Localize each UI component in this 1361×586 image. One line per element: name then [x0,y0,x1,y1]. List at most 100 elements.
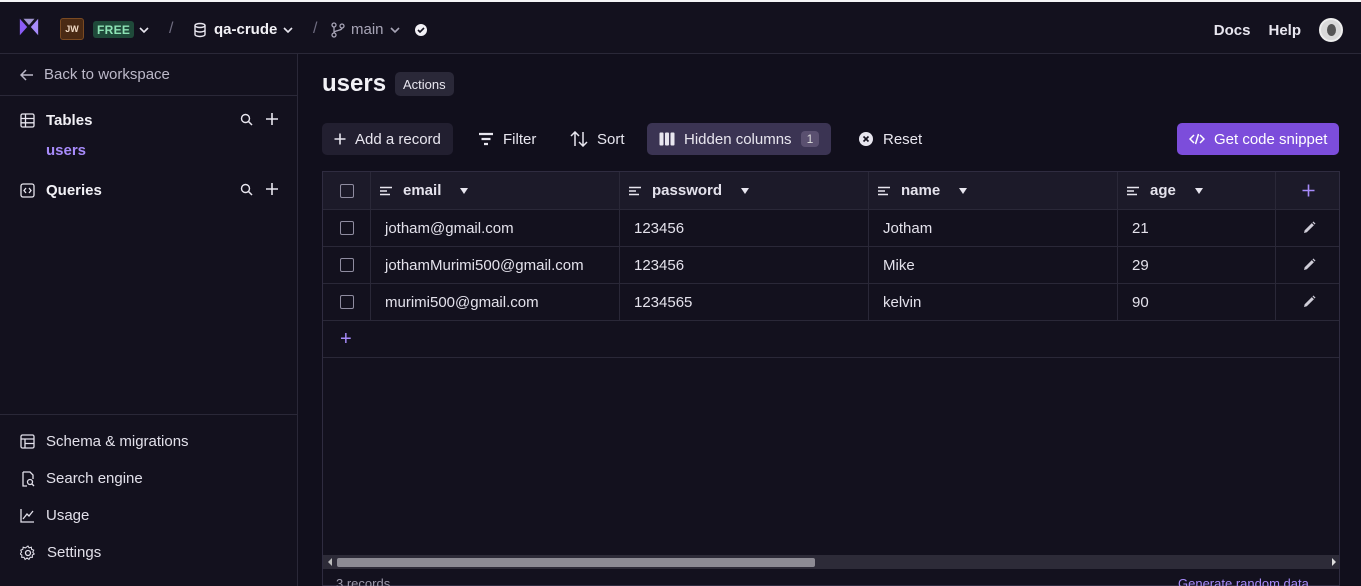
branch-selector[interactable]: main [331,21,428,38]
hidden-columns-count: 1 [800,131,820,147]
sidebar-item-label: Usage [46,507,90,524]
column-header-email[interactable]: email [371,172,620,209]
hidden-columns-button[interactable]: Hidden columns 1 [647,123,832,155]
tables-label: Tables [46,112,93,129]
sidebar-item-tables[interactable]: Tables [20,112,92,129]
column-label: password [652,182,723,199]
plan-badge: FREE [93,21,135,38]
row-checkbox[interactable] [339,295,354,309]
chevron-down-icon[interactable] [139,25,149,35]
database-icon [194,22,206,37]
scroll-right-icon[interactable] [1330,557,1338,567]
branch-icon [331,21,345,38]
workspace-avatar[interactable]: JW [60,18,84,40]
xata-logo-icon[interactable] [18,16,40,38]
table-cell[interactable]: jothamMurimi500@gmail.com [371,247,620,283]
main-content: users Actions Add a record Filter Sort H… [298,54,1361,586]
table-cell[interactable]: jotham@gmail.com [371,210,620,246]
column-header-password[interactable]: password [620,172,869,209]
scroll-left-icon[interactable] [326,557,334,567]
breadcrumb-separator: / [313,20,318,37]
table-cell[interactable]: 123456 [620,210,869,246]
chevron-down-icon [389,26,400,33]
record-count: 3 records [336,576,391,586]
usage-icon [20,509,34,523]
sidebar-item-label: Search engine [46,470,143,487]
snippet-label: Get code snippet [1214,130,1328,148]
plus-icon: + [340,328,352,350]
divider [0,414,297,415]
sidebar-item-schema[interactable]: Schema & migrations [20,433,189,450]
edit-pencil-icon[interactable] [1302,258,1316,272]
caret-down-icon[interactable] [958,187,968,195]
sidebar-item-search-engine[interactable]: Search engine [20,470,143,487]
add-record-button[interactable]: Add a record [322,123,453,155]
actions-button[interactable]: Actions [395,72,454,96]
table-cell[interactable]: 90 [1118,284,1276,320]
sidebar-item-settings[interactable]: Settings [20,544,101,561]
horizontal-scrollbar[interactable] [323,555,1339,569]
user-avatar[interactable] [1319,18,1343,42]
add-column-icon[interactable] [1302,184,1315,197]
reset-label: Reset [883,130,923,148]
text-type-icon [629,186,641,195]
table-cell[interactable]: 1234565 [620,284,869,320]
docs-link[interactable]: Docs [1214,22,1251,39]
table-row: jotham@gmail.com 123456 Jotham 21 [323,210,1339,247]
column-label: name [901,182,941,199]
sidebar-item-queries[interactable]: Queries [20,182,102,199]
plus-icon[interactable] [265,182,279,196]
sidebar: Back to workspace Tables users Queries S… [0,54,298,586]
database-selector[interactable]: qa-crude [192,21,293,38]
table-cell[interactable]: 29 [1118,247,1276,283]
check-circle-icon [414,23,427,36]
filter-icon [479,132,493,146]
table-cell[interactable]: murimi500@gmail.com [371,284,620,320]
columns-icon [659,132,675,146]
edit-pencil-icon[interactable] [1302,221,1316,235]
plus-icon[interactable] [265,112,279,126]
chevron-down-icon [283,26,293,33]
filter-label: Filter [503,130,537,148]
caret-down-icon[interactable] [1194,187,1204,195]
code-icon [1189,133,1205,145]
sidebar-item-usage[interactable]: Usage [20,507,89,524]
search-icon[interactable] [240,183,253,196]
table-row: murimi500@gmail.com 1234565 kelvin 90 [323,284,1339,321]
generate-random-data-link[interactable]: Generate random data [1178,576,1309,586]
caret-down-icon[interactable] [740,187,750,195]
hidden-columns-label: Hidden columns [684,130,792,148]
table-cell[interactable]: 123456 [620,247,869,283]
help-link[interactable]: Help [1268,22,1301,39]
branch-name: main [351,21,384,38]
select-all-checkbox[interactable] [339,183,354,198]
reset-button[interactable]: Reset [846,123,934,155]
back-to-workspace-link[interactable]: Back to workspace [20,66,170,83]
row-checkbox[interactable] [339,258,354,272]
schema-icon [20,434,35,449]
edit-pencil-icon[interactable] [1302,295,1316,309]
back-label: Back to workspace [44,66,170,83]
caret-down-icon[interactable] [459,187,469,195]
page-title: users [322,70,387,97]
table-cell[interactable]: Mike [869,247,1118,283]
table-cell[interactable]: 21 [1118,210,1276,246]
database-name: qa-crude [214,21,278,38]
sidebar-item-users[interactable]: users [46,142,86,159]
table-row: jothamMurimi500@gmail.com 123456 Mike 29 [323,247,1339,284]
table-cell[interactable]: Jotham [869,210,1118,246]
row-checkbox[interactable] [339,221,354,235]
get-code-snippet-button[interactable]: Get code snippet [1177,123,1340,155]
column-header-age[interactable]: age [1118,172,1276,209]
search-icon[interactable] [240,113,253,126]
filter-button[interactable]: Filter [466,123,548,155]
table-cell[interactable]: kelvin [869,284,1118,320]
divider [0,95,297,96]
column-label: email [403,182,442,199]
column-header-name[interactable]: name [869,172,1118,209]
table-icon [20,113,35,128]
scrollbar-thumb[interactable] [337,558,815,567]
code-square-icon [20,183,35,198]
sort-button[interactable]: Sort [558,123,637,155]
add-row-button[interactable]: + [323,321,1339,358]
